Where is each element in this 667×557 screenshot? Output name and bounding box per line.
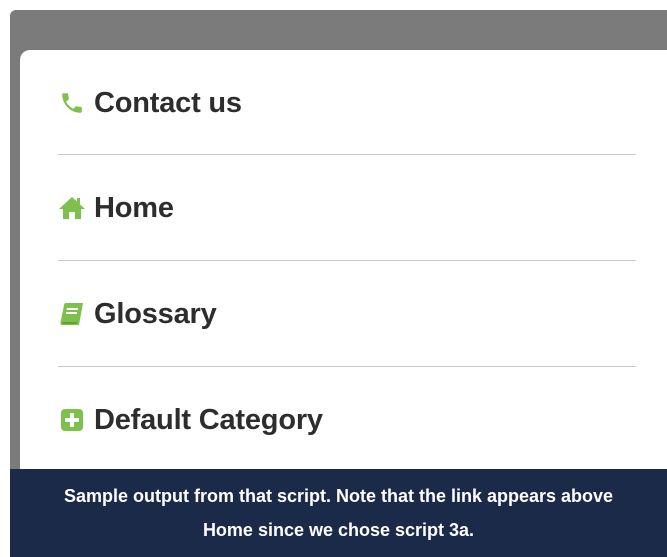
plus-square-icon [58,406,86,434]
menu-item-contact-us[interactable]: Contact us [58,50,636,156]
menu-item-label: Default Category [94,403,323,436]
caption-banner: Sample output from that script. Note tha… [10,469,667,557]
caption-line-1: Sample output from that script. Note tha… [63,486,614,506]
book-icon [58,300,86,328]
menu-item-glossary[interactable]: Glossary [58,261,636,367]
menu-item-label: Contact us [94,86,242,119]
phone-icon [58,89,86,117]
menu-item-label: Home [94,191,174,224]
screenshot-frame: Contact us Home Glossary Default Categor… [0,0,667,557]
menu-item-home[interactable]: Home [58,155,636,261]
menu-item-default-category[interactable]: Default Category [58,367,636,473]
caption-line-2: Home since we chose script 3a. [202,520,475,540]
menu-item-label: Glossary [94,297,217,330]
home-icon [58,194,86,222]
